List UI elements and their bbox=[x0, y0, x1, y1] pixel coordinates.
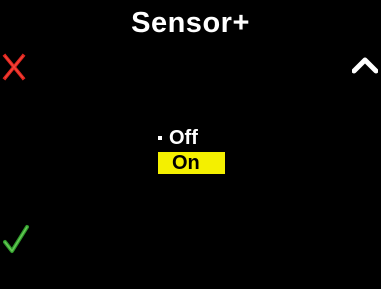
option-on[interactable]: On bbox=[150, 152, 232, 176]
cancel-button[interactable] bbox=[2, 53, 26, 81]
option-label-off: Off bbox=[169, 127, 198, 149]
sensor-settings-screen: Sensor+ Off On bbox=[0, 0, 381, 289]
chevron-up-icon bbox=[351, 57, 379, 74]
scroll-up-button[interactable] bbox=[351, 55, 379, 75]
x-icon bbox=[2, 53, 26, 81]
checkmark-icon bbox=[3, 225, 29, 253]
options-list: Off On bbox=[150, 126, 232, 176]
current-selection-marker bbox=[158, 136, 162, 140]
option-label-on: On bbox=[172, 152, 200, 174]
confirm-button[interactable] bbox=[3, 224, 29, 254]
option-off[interactable]: Off bbox=[150, 126, 232, 150]
screen-title: Sensor+ bbox=[131, 7, 250, 39]
